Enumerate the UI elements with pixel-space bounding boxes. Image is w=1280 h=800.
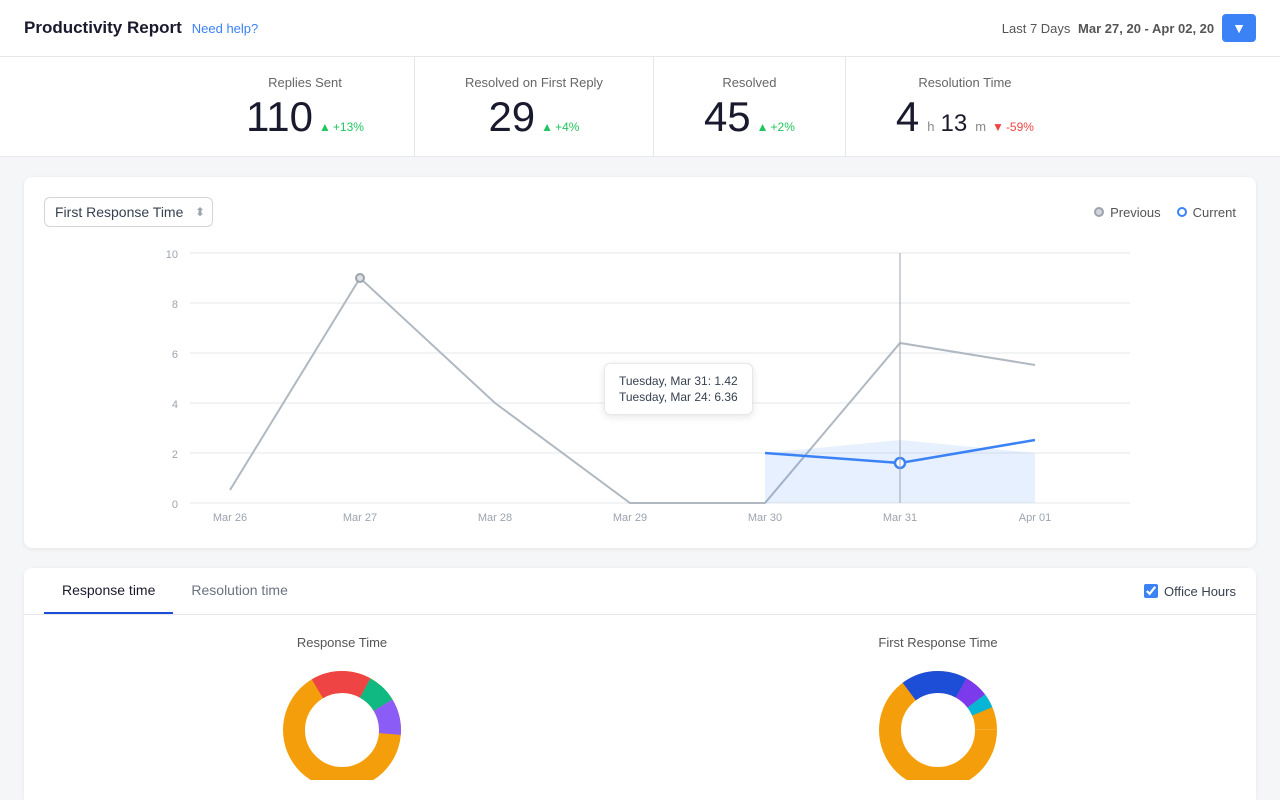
chart-legend: Previous Current (1094, 205, 1236, 220)
svg-text:Mar 31: Mar 31 (883, 512, 917, 523)
stat-change-resolved-first: ▲ +4% (541, 120, 579, 134)
chart-metric-select[interactable]: First Response Time (44, 197, 213, 227)
donut-svg-first-response (858, 660, 1018, 780)
prev-dot-mar27 (356, 274, 364, 282)
svg-text:Mar 28: Mar 28 (478, 512, 512, 523)
chart-section: First Response Time Previous Current 0 2… (24, 177, 1256, 548)
donuts-row: Response Time First Response Time (24, 615, 1256, 800)
stat-label-resolution: Resolution Time (896, 75, 1034, 90)
date-label: Last 7 Days Mar 27, 20 - Apr 02, 20 (1002, 21, 1214, 36)
header-left: Productivity Report Need help? (24, 18, 258, 38)
chart-header: First Response Time Previous Current (44, 197, 1236, 227)
tabs-header: Response time Resolution time Office Hou… (24, 568, 1256, 615)
office-hours-label: Office Hours (1164, 584, 1236, 599)
stats-row: Replies Sent 110 ▲ +13% Resolved on Firs… (0, 57, 1280, 157)
svg-text:Apr 01: Apr 01 (1019, 512, 1051, 523)
legend-dot-previous (1094, 207, 1104, 217)
legend-current: Current (1177, 205, 1236, 220)
stat-value-replies: 110 ▲ +13% (246, 96, 364, 138)
header-right: Last 7 Days Mar 27, 20 - Apr 02, 20 ▼ (1002, 14, 1256, 42)
help-link[interactable]: Need help? (192, 21, 259, 36)
date-range: Mar 27, 20 - Apr 02, 20 (1078, 21, 1214, 36)
legend-previous: Previous (1094, 205, 1161, 220)
svg-text:8: 8 (172, 299, 178, 311)
donut-title-response: Response Time (262, 635, 422, 650)
svg-text:Mar 30: Mar 30 (748, 512, 782, 523)
stat-change-resolution: ▼ -59% (992, 120, 1034, 134)
stat-resolution-time: Resolution Time 4 h 13 m ▼ -59% (846, 57, 1084, 156)
stat-resolved-first: Resolved on First Reply 29 ▲ +4% (415, 57, 654, 156)
svg-text:Mar 29: Mar 29 (613, 512, 647, 523)
chart-container: 0 2 4 6 8 10 Mar 26 Mar 27 Mar 28 Mar 29… (44, 243, 1236, 528)
page-title: Productivity Report (24, 18, 182, 38)
tab-response-time[interactable]: Response time (44, 568, 173, 614)
donut-first-response-time: First Response Time (858, 635, 1018, 780)
office-hours-checkbox[interactable] (1144, 584, 1158, 598)
chart-svg: 0 2 4 6 8 10 Mar 26 Mar 27 Mar 28 Mar 29… (44, 243, 1236, 523)
header: Productivity Report Need help? Last 7 Da… (0, 0, 1280, 57)
tab-resolution-time[interactable]: Resolution time (173, 568, 306, 614)
legend-dot-current (1177, 207, 1187, 217)
donut-response-time: Response Time (262, 635, 422, 780)
svg-text:4: 4 (172, 399, 178, 411)
svg-text:10: 10 (166, 249, 178, 261)
donut-title-first-response: First Response Time (858, 635, 1018, 650)
svg-text:Mar 26: Mar 26 (213, 512, 247, 523)
tabs-section: Response time Resolution time Office Hou… (24, 568, 1256, 800)
svg-text:6: 6 (172, 349, 178, 361)
stat-replies-sent: Replies Sent 110 ▲ +13% (196, 57, 415, 156)
stat-change-replies: ▲ +13% (319, 120, 364, 134)
date-dropdown-button[interactable]: ▼ (1222, 14, 1256, 42)
svg-text:2: 2 (172, 449, 178, 461)
stat-label-resolved: Resolved (704, 75, 795, 90)
donut-svg-response (262, 660, 422, 780)
svg-text:Mar 27: Mar 27 (343, 512, 377, 523)
office-hours-filter: Office Hours (1144, 584, 1236, 599)
svg-text:0: 0 (172, 499, 178, 511)
stat-resolved: Resolved 45 ▲ +2% (654, 57, 846, 156)
tabs-list: Response time Resolution time (44, 568, 306, 614)
stat-label-resolved-first: Resolved on First Reply (465, 75, 603, 90)
chart-select-wrapper[interactable]: First Response Time (44, 197, 213, 227)
stat-label-replies: Replies Sent (246, 75, 364, 90)
stat-change-resolved: ▲ +2% (757, 120, 795, 134)
